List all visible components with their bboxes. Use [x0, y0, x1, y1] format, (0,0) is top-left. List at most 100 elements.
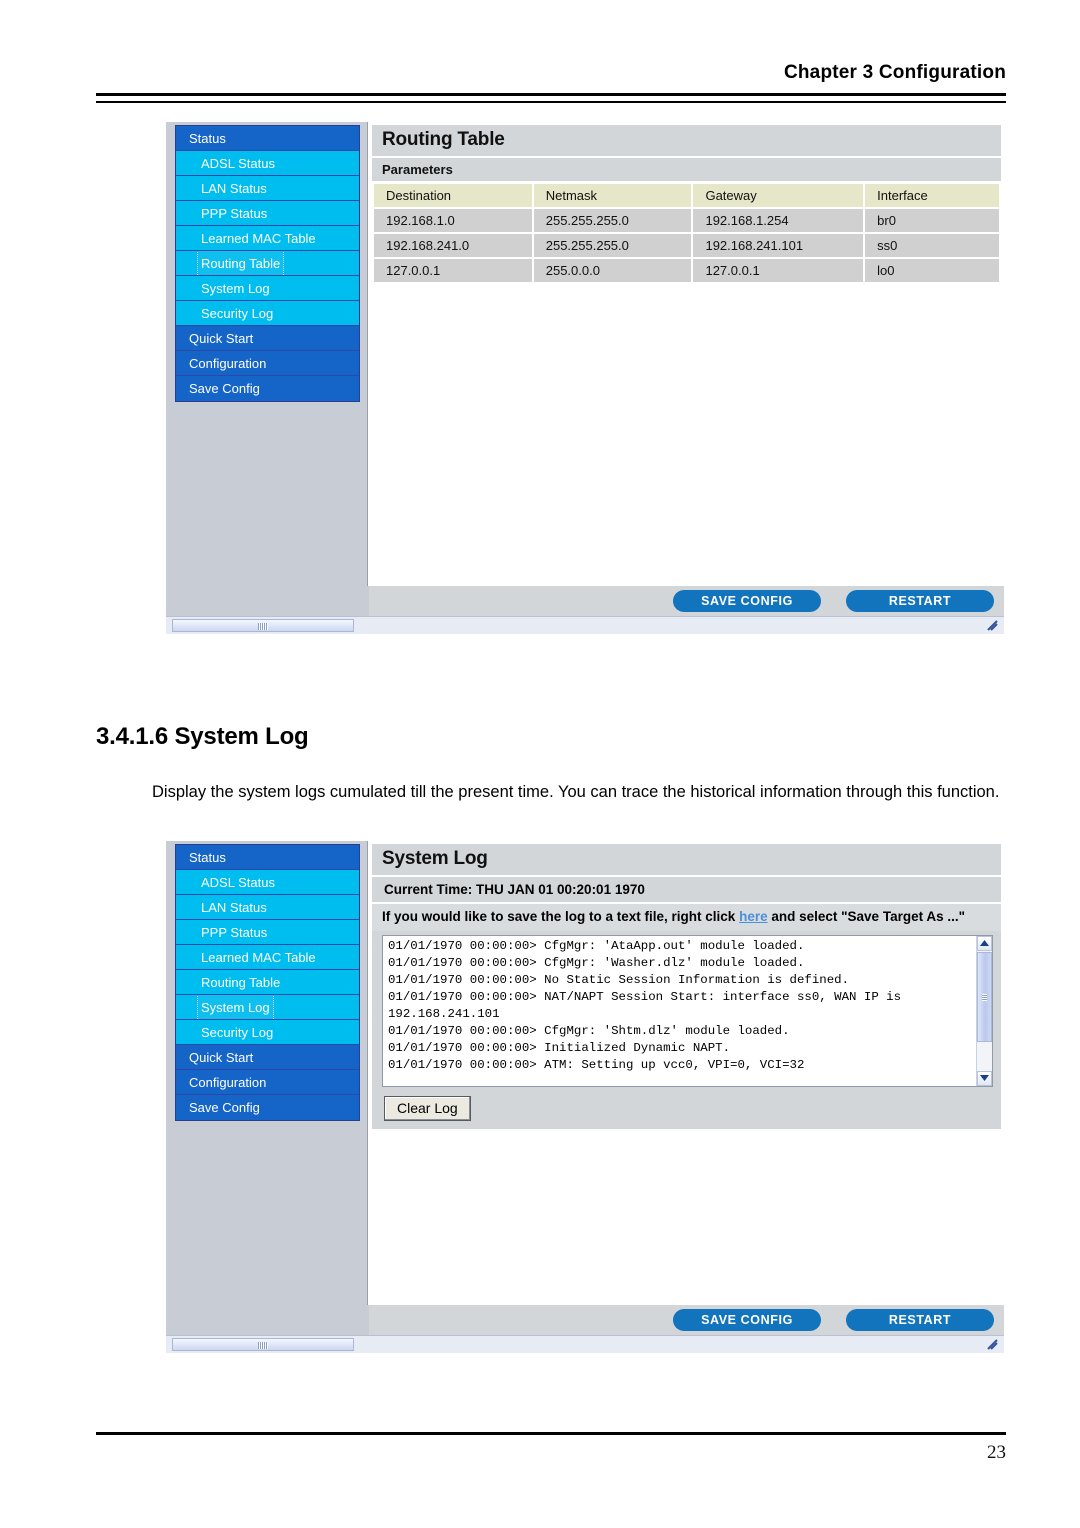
page-title: 3.4.1.6 System Log: [96, 722, 309, 750]
horizontal-scrollbar[interactable]: [166, 1335, 1004, 1353]
table-header-row: Destination Netmask Gateway Interface: [374, 184, 999, 207]
sidebar-menu[interactable]: Status ADSL Status LAN Status PPP Status Lea…: [175, 844, 360, 1121]
sidebar-item-label: Quick Start: [189, 1050, 254, 1065]
sidebar-item-learned-mac-table[interactable]: Learned MAC Table: [176, 226, 359, 251]
cell-interface: lo0: [865, 259, 999, 282]
log-text-content: 01/01/1970 00:00:00> CfgMgr: 'AtaApp.out…: [388, 939, 902, 1072]
resize-grip-icon[interactable]: [986, 619, 1000, 632]
scrollbar-thumb[interactable]: [172, 1338, 354, 1351]
sidebar-item-label: PPP Status: [201, 925, 268, 940]
cell-gateway: 127.0.0.1: [693, 259, 864, 282]
sidebar-item-label: Save Config: [189, 381, 260, 396]
chapter-title: Chapter 3 Configuration: [783, 62, 1006, 83]
sidebar-item-save-config[interactable]: Save Config: [176, 1095, 359, 1120]
footer-left-spacer: [166, 586, 369, 616]
router-content-area: System Log Current Time: THU JAN 01 00:2…: [369, 841, 1004, 1335]
routing-table-screenshot: Status ADSL Status LAN Status PPP Status Lea…: [166, 122, 1004, 634]
sidebar-item-security-log[interactable]: Security Log: [176, 301, 359, 326]
cell-interface: ss0: [865, 234, 999, 257]
sidebar-item-routing-table[interactable]: Routing Table: [176, 970, 359, 995]
restart-button[interactable]: RESTART: [846, 590, 994, 612]
sidebar-item-quick-start[interactable]: Quick Start: [176, 326, 359, 351]
restart-button[interactable]: RESTART: [846, 1309, 994, 1331]
sidebar-item-adsl-status[interactable]: ADSL Status: [176, 870, 359, 895]
sidebar-item-label: Quick Start: [189, 331, 254, 346]
sidebar-item-label: System Log: [197, 995, 274, 1019]
routing-table: Destination Netmask Gateway Interface 19…: [372, 182, 1001, 284]
note-prefix-text: If you would like to save the log to a t…: [382, 909, 740, 924]
save-config-button[interactable]: SAVE CONFIG: [673, 1309, 821, 1331]
panel-title: System Log: [372, 844, 1001, 875]
sidebar-item-status[interactable]: Status: [176, 126, 359, 151]
cell-interface: br0: [865, 209, 999, 232]
section-body-text: Display the system logs cumulated till t…: [152, 782, 1000, 801]
horizontal-scrollbar[interactable]: [166, 616, 1004, 634]
sidebar-item-label: ADSL Status: [201, 875, 275, 890]
save-log-note: If you would like to save the log to a t…: [372, 902, 1001, 931]
sidebar-item-ppp-status[interactable]: PPP Status: [176, 201, 359, 226]
scroll-up-arrow-icon[interactable]: [977, 936, 992, 951]
scrollbar-thumb[interactable]: [977, 952, 992, 1042]
sidebar-item-adsl-status[interactable]: ADSL Status: [176, 151, 359, 176]
sidebar-item-label: ADSL Status: [201, 156, 275, 171]
routing-table-panel: Routing Table Parameters Destination Net…: [372, 125, 1001, 284]
sidebar-menu[interactable]: Status ADSL Status LAN Status PPP Status Lea…: [175, 125, 360, 402]
sidebar-item-label: Security Log: [201, 306, 274, 321]
sidebar-item-security-log[interactable]: Security Log: [176, 1020, 359, 1045]
sidebar-item-label: Learned MAC Table: [201, 950, 316, 965]
panel-subtitle: Parameters: [372, 156, 1001, 181]
cell-netmask: 255.255.255.0: [533, 234, 692, 257]
note-suffix-text: and select "Save Target As ...": [767, 909, 965, 924]
cell-netmask: 255.0.0.0: [533, 259, 692, 282]
cell-destination: 192.168.1.0: [374, 209, 532, 232]
sidebar-item-label: Learned MAC Table: [201, 231, 316, 246]
column-header-interface: Interface: [865, 184, 999, 207]
sidebar-item-label: Security Log: [201, 1025, 274, 1040]
scrollbar-thumb[interactable]: [172, 619, 354, 632]
save-config-button[interactable]: SAVE CONFIG: [673, 590, 821, 612]
sidebar-item-label: Configuration: [189, 1075, 267, 1090]
sidebar-item-quick-start[interactable]: Quick Start: [176, 1045, 359, 1070]
scrollbar-grip-icon: [258, 1342, 268, 1349]
cell-gateway: 192.168.241.101: [693, 234, 864, 257]
sidebar-item-lan-status[interactable]: LAN Status: [176, 895, 359, 920]
column-header-netmask: Netmask: [533, 184, 692, 207]
log-textarea[interactable]: 01/01/1970 00:00:00> CfgMgr: 'AtaApp.out…: [382, 935, 993, 1087]
header-rule: [96, 93, 1006, 103]
cell-destination: 192.168.241.0: [374, 234, 532, 257]
sidebar-item-save-config[interactable]: Save Config: [176, 376, 359, 401]
sidebar-item-label: Routing Table: [201, 975, 281, 990]
sidebar-item-routing-table[interactable]: Routing Table: [176, 251, 359, 276]
router-footer: SAVE CONFIG RESTART: [369, 586, 1004, 616]
scrollbar-grip-icon: [982, 994, 987, 1001]
sidebar-item-system-log[interactable]: System Log: [176, 276, 359, 301]
sidebar-item-system-log[interactable]: System Log: [176, 995, 359, 1020]
sidebar-item-learned-mac-table[interactable]: Learned MAC Table: [176, 945, 359, 970]
sidebar-item-label: LAN Status: [201, 181, 267, 196]
current-time-label: Current Time: THU JAN 01 00:20:01 1970: [372, 875, 1001, 902]
table-row: 192.168.241.0 255.255.255.0 192.168.241.…: [374, 234, 999, 257]
panel-title: Routing Table: [372, 125, 1001, 156]
log-vertical-scrollbar[interactable]: [976, 936, 992, 1086]
sidebar-item-lan-status[interactable]: LAN Status: [176, 176, 359, 201]
sidebar-item-label: Save Config: [189, 1100, 260, 1115]
cell-destination: 127.0.0.1: [374, 259, 532, 282]
table-row: 192.168.1.0 255.255.255.0 192.168.1.254 …: [374, 209, 999, 232]
sidebar-item-label: Status: [189, 131, 226, 146]
router-content-area: Routing Table Parameters Destination Net…: [369, 122, 1004, 616]
router-sidebar: Status ADSL Status LAN Status PPP Status Lea…: [166, 122, 368, 616]
sidebar-item-configuration[interactable]: Configuration: [176, 351, 359, 376]
table-row: 127.0.0.1 255.0.0.0 127.0.0.1 lo0: [374, 259, 999, 282]
sidebar-item-label: System Log: [201, 281, 270, 296]
clear-log-button[interactable]: Clear Log: [384, 1096, 471, 1121]
sidebar-item-ppp-status[interactable]: PPP Status: [176, 920, 359, 945]
sidebar-item-label: Routing Table: [196, 251, 285, 275]
save-log-link[interactable]: here: [739, 909, 768, 924]
scroll-down-arrow-icon[interactable]: [977, 1071, 992, 1086]
sidebar-item-configuration[interactable]: Configuration: [176, 1070, 359, 1095]
column-header-gateway: Gateway: [693, 184, 864, 207]
resize-grip-icon[interactable]: [986, 1338, 1000, 1351]
sidebar-item-status[interactable]: Status: [176, 845, 359, 870]
sidebar-item-label: PPP Status: [201, 206, 268, 221]
footer-rule: [96, 1432, 1006, 1435]
